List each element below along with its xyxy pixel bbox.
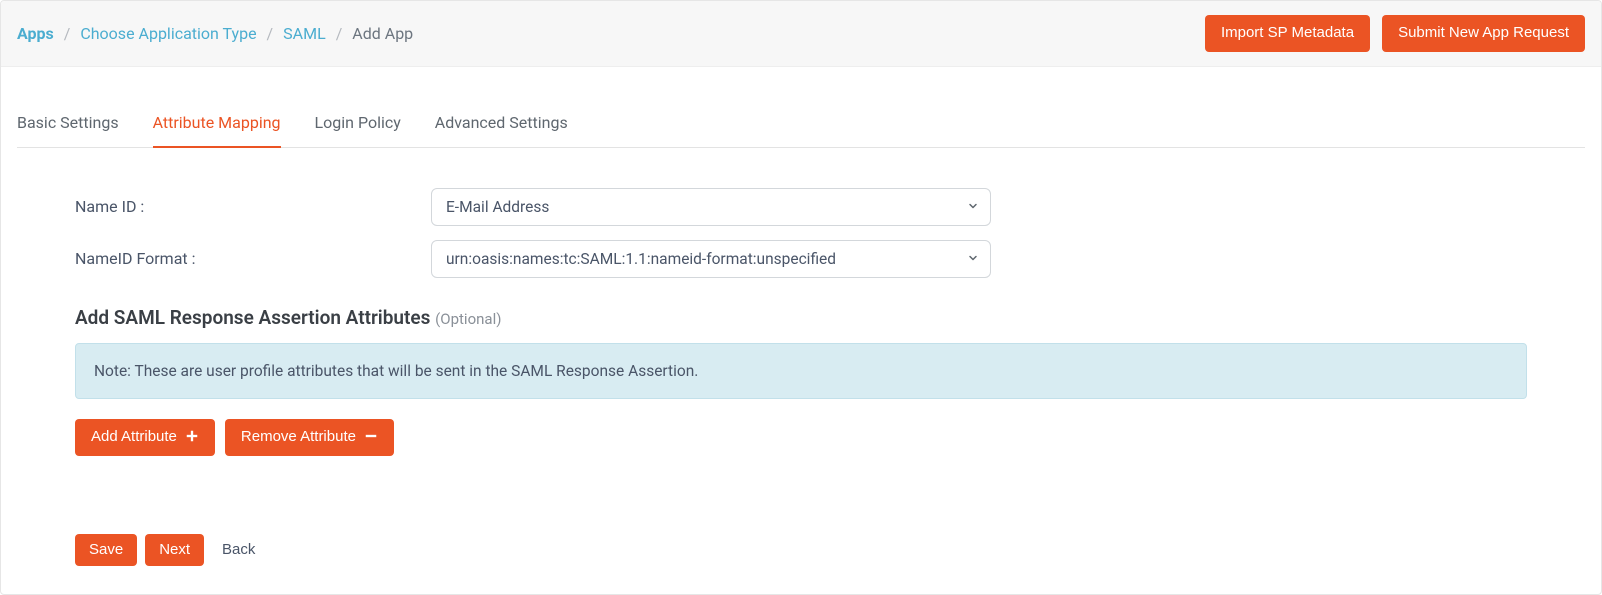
tab-login-policy[interactable]: Login Policy xyxy=(315,101,401,148)
breadcrumb-choose-type[interactable]: Choose Application Type xyxy=(80,24,256,43)
tab-attribute-mapping[interactable]: Attribute Mapping xyxy=(153,101,281,148)
plus-icon xyxy=(185,429,199,446)
section-title-text: Add SAML Response Assertion Attributes xyxy=(75,306,430,329)
section-optional: (Optional) xyxy=(435,310,501,328)
row-name-id: Name ID : E-Mail Address xyxy=(75,188,1527,226)
breadcrumb: Apps / Choose Application Type / SAML / … xyxy=(17,24,413,43)
minus-icon xyxy=(364,429,378,446)
back-button[interactable]: Back xyxy=(212,534,265,565)
breadcrumb-sep: / xyxy=(267,24,274,43)
submit-new-app-request-button[interactable]: Submit New App Request xyxy=(1382,15,1585,52)
section-title: Add SAML Response Assertion Attributes (… xyxy=(75,306,1527,329)
name-id-select[interactable]: E-Mail Address xyxy=(431,188,991,226)
remove-attribute-label: Remove Attribute xyxy=(241,428,356,447)
form-inner: Name ID : E-Mail Address NameID Format :… xyxy=(17,188,1585,456)
tabs-container: Basic Settings Attribute Mapping Login P… xyxy=(1,101,1601,148)
footer-actions: Save Next Back xyxy=(1,534,1601,595)
nameid-format-select[interactable]: urn:oasis:names:tc:SAML:1.1:nameid-forma… xyxy=(431,240,991,278)
tab-advanced-settings[interactable]: Advanced Settings xyxy=(435,101,568,148)
breadcrumb-sep: / xyxy=(336,24,343,43)
breadcrumb-sep: / xyxy=(64,24,71,43)
app-container: Apps / Choose Application Type / SAML / … xyxy=(0,0,1602,595)
note-box: Note: These are user profile attributes … xyxy=(75,343,1527,399)
save-button[interactable]: Save xyxy=(75,534,137,567)
header-actions: Import SP Metadata Submit New App Reques… xyxy=(1205,15,1585,52)
import-sp-metadata-button[interactable]: Import SP Metadata xyxy=(1205,15,1370,52)
remove-attribute-button[interactable]: Remove Attribute xyxy=(225,419,394,456)
add-attribute-button[interactable]: Add Attribute xyxy=(75,419,215,456)
breadcrumb-add-app: Add App xyxy=(352,24,413,43)
label-name-id: Name ID : xyxy=(75,197,431,216)
select-wrap-name-id: E-Mail Address xyxy=(431,188,991,226)
breadcrumb-saml[interactable]: SAML xyxy=(283,24,326,43)
tabs: Basic Settings Attribute Mapping Login P… xyxy=(17,101,1585,148)
header-bar: Apps / Choose Application Type / SAML / … xyxy=(1,1,1601,67)
tab-basic-settings[interactable]: Basic Settings xyxy=(17,101,119,148)
form-area: Name ID : E-Mail Address NameID Format :… xyxy=(1,148,1601,480)
label-nameid-format: NameID Format : xyxy=(75,249,431,268)
attribute-actions: Add Attribute Remove Attribute xyxy=(75,419,1527,456)
breadcrumb-apps[interactable]: Apps xyxy=(17,24,54,43)
select-wrap-nameid-format: urn:oasis:names:tc:SAML:1.1:nameid-forma… xyxy=(431,240,991,278)
add-attribute-label: Add Attribute xyxy=(91,428,177,447)
next-button[interactable]: Next xyxy=(145,534,204,567)
row-nameid-format: NameID Format : urn:oasis:names:tc:SAML:… xyxy=(75,240,1527,278)
